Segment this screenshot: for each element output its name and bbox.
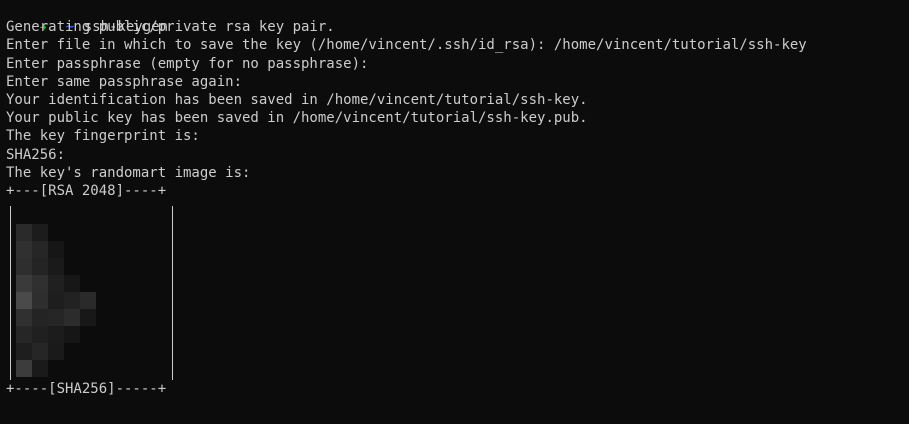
blur-pixel xyxy=(48,241,64,258)
blur-pixel xyxy=(16,292,32,309)
blur-pixel xyxy=(64,326,80,343)
blur-pixel xyxy=(48,309,64,326)
blur-pixel xyxy=(16,258,32,275)
blur-pixel xyxy=(32,292,48,309)
blur-pixel xyxy=(32,258,48,275)
blur-pixel xyxy=(80,292,96,309)
blur-pixel xyxy=(16,224,32,241)
randomart-right-border xyxy=(172,206,173,380)
randomart-top-border: +---[RSA 2048]----+ xyxy=(6,182,167,199)
blur-pixel xyxy=(48,343,64,360)
blur-pixel xyxy=(32,224,48,241)
blur-pixel xyxy=(32,326,48,343)
output-line: Your identification has been saved in /h… xyxy=(6,91,588,108)
blur-pixel xyxy=(48,326,64,343)
blur-pixel xyxy=(48,292,64,309)
blur-pixel xyxy=(16,326,32,343)
blur-pixel xyxy=(48,258,64,275)
blur-pixel xyxy=(16,275,32,292)
output-line: Your public key has been saved in /home/… xyxy=(6,110,588,127)
blur-pixel xyxy=(32,275,48,292)
output-line: Enter file in which to save the key (/ho… xyxy=(6,37,807,54)
blur-pixel xyxy=(32,360,48,377)
command-prompt-line: ➜ ~ ssh-keygen xyxy=(6,0,906,35)
blur-pixel xyxy=(16,360,32,377)
blur-pixel xyxy=(32,309,48,326)
randomart-image xyxy=(6,206,181,380)
terminal-window[interactable]: ➜ ~ ssh-keygen Generating public/private r… xyxy=(6,0,906,424)
blur-pixel xyxy=(80,309,96,326)
output-line: The key fingerprint is: xyxy=(6,128,200,145)
arrow-right-icon: ➜ xyxy=(40,418,66,424)
blur-pixel xyxy=(32,343,48,360)
output-line: Enter same passphrase again: xyxy=(6,73,243,90)
prompt-directory: ~ xyxy=(66,417,84,424)
final-prompt-line[interactable]: ➜~ xyxy=(6,399,84,424)
output-line: SHA256: xyxy=(6,146,66,163)
blur-pixel xyxy=(16,241,32,258)
blur-pixel xyxy=(64,292,80,309)
blur-pixel xyxy=(16,309,32,326)
blur-pixel xyxy=(48,275,64,292)
blur-pixel xyxy=(64,275,80,292)
output-line: The key's randomart image is: xyxy=(6,164,251,181)
blur-pixel xyxy=(64,309,80,326)
blur-pixel xyxy=(16,343,32,360)
output-line: Generating public/private rsa key pair. xyxy=(6,19,335,36)
output-line: Enter passphrase (empty for no passphras… xyxy=(6,55,369,72)
blur-pixel xyxy=(32,241,48,258)
randomart-left-border xyxy=(10,206,11,380)
randomart-bottom-border: +----[SHA256]-----+ xyxy=(6,381,167,397)
